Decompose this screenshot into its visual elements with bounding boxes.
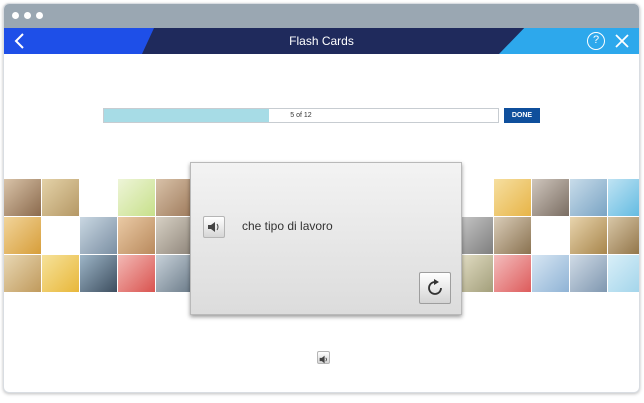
photo-tile: [4, 217, 41, 254]
photo-tile: [42, 217, 79, 254]
card-phrase: che tipo di lavoro: [242, 219, 333, 233]
photo-tile: [532, 179, 569, 216]
photo-tile: [42, 179, 79, 216]
photo-mosaic-left: [4, 179, 193, 293]
photo-tile: [156, 179, 193, 216]
photo-tile: [80, 255, 117, 292]
photo-tile: [156, 255, 193, 292]
photo-tile: [494, 217, 531, 254]
photo-tile: [4, 255, 41, 292]
card-audio-button[interactable]: [203, 216, 225, 238]
photo-tile: [42, 255, 79, 292]
photo-tile: [532, 255, 569, 292]
page-title: Flash Cards: [289, 34, 354, 48]
flash-card[interactable]: che tipo di lavoro: [190, 162, 462, 315]
photo-mosaic-right: [456, 179, 639, 293]
window-dot: [24, 12, 31, 19]
photo-tile: [80, 217, 117, 254]
photo-tile: [608, 255, 639, 292]
help-button[interactable]: ?: [587, 32, 605, 50]
window-dot: [36, 12, 43, 19]
photo-tile: [494, 255, 531, 292]
photo-tile: [156, 217, 193, 254]
photo-tile: [118, 179, 155, 216]
flip-card-button[interactable]: [419, 272, 451, 304]
flip-icon: [428, 279, 442, 295]
done-button[interactable]: DONE: [504, 108, 540, 123]
app-window: Flash Cards ? 5 of 12 DONE che tipo di l…: [3, 3, 640, 393]
photo-tile: [570, 255, 607, 292]
window-chrome: [4, 4, 639, 28]
photo-tile: [608, 217, 639, 254]
audio-button[interactable]: [317, 351, 330, 364]
speaker-icon: [319, 355, 327, 364]
photo-tile: [80, 179, 117, 216]
photo-tile: [118, 255, 155, 292]
photo-tile: [494, 179, 531, 216]
photo-tile: [570, 217, 607, 254]
progress-bar: 5 of 12: [103, 108, 499, 123]
photo-tile: [532, 217, 569, 254]
photo-tile: [118, 217, 155, 254]
photo-tile: [608, 179, 639, 216]
close-button[interactable]: [613, 32, 631, 50]
app-header: Flash Cards ?: [4, 28, 639, 54]
progress-text: 5 of 12: [290, 112, 312, 119]
window-dot: [12, 12, 19, 19]
speaker-icon: [208, 222, 219, 232]
close-icon: [615, 34, 629, 48]
photo-tile: [570, 179, 607, 216]
photo-tile: [4, 179, 41, 216]
